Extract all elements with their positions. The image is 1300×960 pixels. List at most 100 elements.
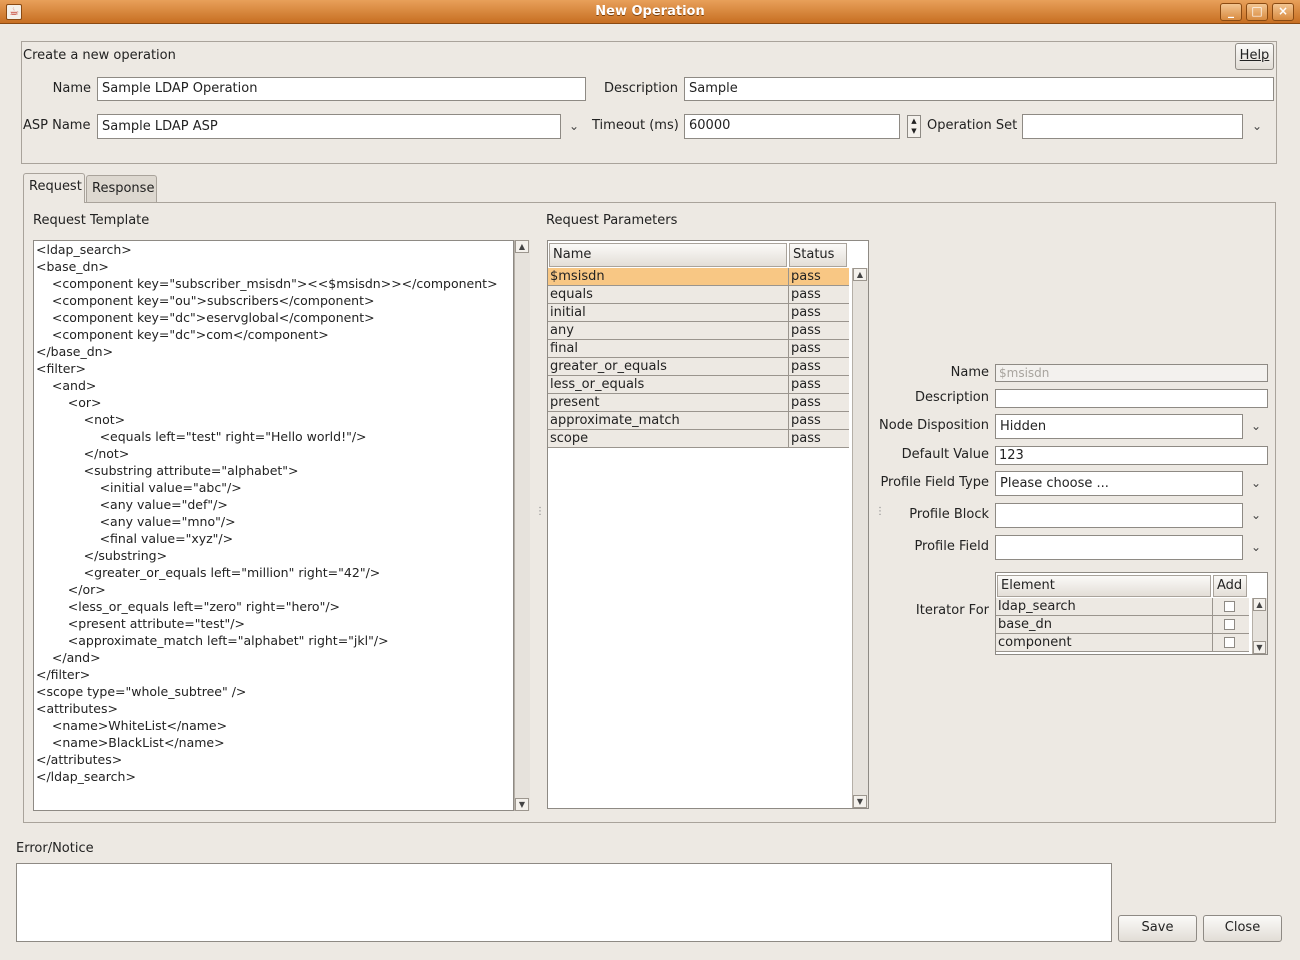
node-disposition-chevron-icon[interactable]: ⌄ bbox=[1246, 419, 1266, 433]
scroll-up-icon[interactable]: ▲ bbox=[1253, 598, 1266, 611]
table-row[interactable]: initial pass bbox=[548, 304, 849, 322]
default-value-label: Default Value bbox=[901, 447, 989, 462]
tab-response-label: Response bbox=[92, 181, 155, 196]
template-line: </not> bbox=[36, 446, 130, 461]
table-row[interactable]: any pass bbox=[548, 322, 849, 340]
template-line: </attributes> bbox=[36, 752, 123, 767]
profile-field-combo[interactable] bbox=[995, 535, 1243, 560]
asp-name-label: ASP Name bbox=[23, 118, 91, 133]
table-row[interactable]: present pass bbox=[548, 394, 849, 412]
table-row[interactable]: final pass bbox=[548, 340, 849, 358]
table-row[interactable]: component bbox=[996, 634, 1249, 652]
operation-set-chevron-icon[interactable]: ⌄ bbox=[1247, 119, 1267, 133]
error-notice-textarea[interactable] bbox=[16, 863, 1112, 942]
help-button-label: Help bbox=[1239, 48, 1270, 63]
iterator-scrollbar[interactable]: ▲ ▼ bbox=[1252, 598, 1267, 654]
column-header-add[interactable]: Add bbox=[1213, 575, 1247, 597]
param-status-cell: pass bbox=[791, 341, 821, 356]
default-value-input[interactable]: 123 bbox=[995, 446, 1268, 465]
table-row[interactable]: greater_or_equals pass bbox=[548, 358, 849, 376]
column-divider bbox=[788, 430, 789, 448]
table-row[interactable]: approximate_match pass bbox=[548, 412, 849, 430]
column-header-status[interactable]: Status bbox=[789, 243, 847, 267]
close-window-button[interactable]: × bbox=[1272, 3, 1294, 21]
scroll-up-icon[interactable]: ▲ bbox=[515, 240, 529, 253]
param-description-input[interactable] bbox=[995, 389, 1268, 408]
operation-header-panel bbox=[21, 41, 1277, 164]
profile-field-label: Profile Field bbox=[914, 539, 989, 554]
template-line: <name>BlackList</name> bbox=[36, 735, 225, 750]
param-name-cell: less_or_equals bbox=[550, 377, 645, 392]
table-row[interactable]: ldap_search bbox=[996, 598, 1249, 616]
node-disposition-label: Node Disposition bbox=[879, 418, 989, 433]
request-template-label: Request Template bbox=[33, 213, 150, 228]
parameters-rows: $msisdn pass equals pass initial pass any pass f… bbox=[548, 268, 849, 808]
template-line: <scope type="whole_subtree" /> bbox=[36, 684, 247, 699]
column-divider bbox=[788, 286, 789, 304]
description-input[interactable]: Sample bbox=[684, 77, 1274, 101]
param-name-label: Name bbox=[950, 365, 989, 380]
profile-field-type-chevron-icon[interactable]: ⌄ bbox=[1246, 476, 1266, 490]
scroll-down-icon[interactable]: ▼ bbox=[1253, 641, 1266, 654]
template-scrollbar[interactable]: ▲ ▼ bbox=[514, 240, 530, 811]
save-button[interactable]: Save bbox=[1118, 915, 1197, 942]
column-divider bbox=[788, 394, 789, 412]
param-status-cell: pass bbox=[791, 431, 821, 446]
column-header-element[interactable]: Element bbox=[997, 575, 1211, 597]
column-divider bbox=[788, 322, 789, 340]
name-label: Name bbox=[52, 81, 91, 96]
tab-request[interactable]: Request bbox=[23, 173, 85, 203]
template-line: <component key="ou">subscribers</compone… bbox=[36, 293, 375, 308]
profile-field-type-combo[interactable]: Please choose ... bbox=[995, 471, 1243, 496]
table-row[interactable]: scope pass bbox=[548, 430, 849, 448]
profile-block-chevron-icon[interactable]: ⌄ bbox=[1246, 508, 1266, 522]
error-notice-label: Error/Notice bbox=[16, 841, 94, 856]
tab-request-label: Request bbox=[29, 179, 82, 194]
parameters-scrollbar[interactable]: ▲ ▼ bbox=[852, 268, 868, 808]
template-line: <component key="subscriber_msisdn"><<$ms… bbox=[36, 276, 498, 291]
template-line: </ldap_search> bbox=[36, 769, 136, 784]
scroll-down-icon[interactable]: ▼ bbox=[853, 795, 867, 808]
profile-field-chevron-icon[interactable]: ⌄ bbox=[1246, 540, 1266, 554]
minimize-button[interactable]: _ bbox=[1220, 3, 1242, 21]
title-bar: New Operation bbox=[0, 0, 1300, 24]
spinner-up-icon[interactable]: ▲ bbox=[908, 116, 920, 126]
scroll-down-icon[interactable]: ▼ bbox=[515, 798, 529, 811]
iterator-element-cell: ldap_search bbox=[998, 599, 1076, 614]
add-checkbox[interactable] bbox=[1224, 601, 1235, 612]
column-header-name[interactable]: Name bbox=[549, 243, 787, 267]
close-icon: × bbox=[1277, 4, 1289, 18]
asp-name-combo[interactable]: Sample LDAP ASP bbox=[97, 114, 561, 139]
timeout-spinner[interactable]: ▲ ▼ bbox=[907, 115, 921, 138]
asp-dropdown-chevron-icon[interactable]: ⌄ bbox=[564, 119, 584, 133]
timeout-input[interactable]: 60000 bbox=[684, 114, 900, 139]
scroll-up-icon[interactable]: ▲ bbox=[853, 268, 867, 281]
splitter-grip-icon[interactable]: ⋮ bbox=[535, 506, 545, 517]
table-row[interactable]: base_dn bbox=[996, 616, 1249, 634]
template-line: </or> bbox=[36, 582, 106, 597]
maximize-button[interactable]: □ bbox=[1246, 3, 1268, 21]
table-row[interactable]: less_or_equals pass bbox=[548, 376, 849, 394]
add-checkbox[interactable] bbox=[1224, 619, 1235, 630]
node-disposition-combo[interactable]: Hidden bbox=[995, 414, 1243, 439]
table-row[interactable]: equals pass bbox=[548, 286, 849, 304]
tab-response[interactable]: Response bbox=[86, 175, 157, 203]
param-name-cell: $msisdn bbox=[550, 269, 605, 284]
maximize-icon: □ bbox=[1251, 4, 1263, 18]
template-line: <not> bbox=[36, 412, 126, 427]
close-button[interactable]: Close bbox=[1203, 915, 1282, 942]
name-input[interactable]: Sample LDAP Operation bbox=[97, 77, 586, 101]
spinner-down-icon[interactable]: ▼ bbox=[908, 126, 920, 136]
param-name-cell: equals bbox=[550, 287, 593, 302]
table-row[interactable]: $msisdn pass bbox=[548, 268, 849, 286]
operation-set-combo[interactable] bbox=[1022, 114, 1243, 139]
request-template-textarea[interactable]: <ldap_search> <base_dn> <component key="s… bbox=[33, 240, 514, 811]
iterator-rows: ldap_search base_dn component bbox=[996, 598, 1249, 654]
template-line: <greater_or_equals left="million" right=… bbox=[36, 565, 381, 580]
add-checkbox[interactable] bbox=[1224, 637, 1235, 648]
minimize-icon: _ bbox=[1228, 4, 1234, 18]
param-name-cell: greater_or_equals bbox=[550, 359, 667, 374]
profile-block-combo[interactable] bbox=[995, 503, 1243, 528]
template-line: <and> bbox=[36, 378, 97, 393]
help-button[interactable]: Help bbox=[1235, 43, 1274, 70]
